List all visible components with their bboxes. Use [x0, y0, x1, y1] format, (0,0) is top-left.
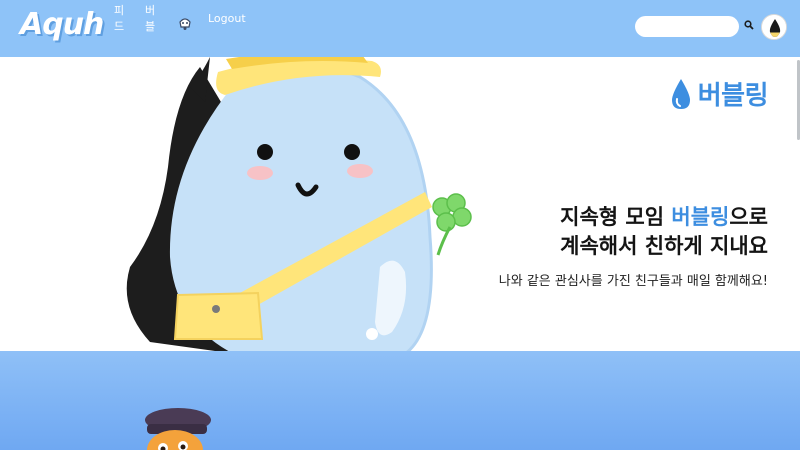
- logo[interactable]: Aquh: [20, 7, 104, 42]
- search-icon[interactable]: [744, 20, 754, 30]
- hero-headline-line2: 계속해서 친하게 지내요: [560, 234, 768, 258]
- second-section: [0, 351, 800, 450]
- character-illustration: [145, 408, 211, 450]
- search-input[interactable]: [635, 16, 739, 37]
- water-drop-icon: [671, 78, 690, 109]
- top-header: Aquh 피드 버블 Logout: [0, 0, 800, 57]
- bubble-mascot-illustration: [126, 57, 472, 351]
- hero-text: 지속형 모임 버블링으로 계속해서 친하게 지내요 나와 같은 관심사를 가진 …: [499, 203, 768, 289]
- nav-feed[interactable]: 피드: [114, 2, 124, 34]
- water-drop-avatar-icon: [762, 15, 786, 39]
- brand-title: 버블링: [670, 75, 769, 112]
- nav-logout[interactable]: Logout: [208, 12, 246, 25]
- avatar[interactable]: [761, 14, 787, 40]
- hero-headline-line1: 지속형 모임 버블링으로: [499, 203, 768, 232]
- headline-accent: 버블링: [671, 205, 730, 229]
- headline-part2: 으로: [729, 205, 768, 229]
- hero-banner: 버블링 지속형 모임 버블링으로 계속해서 친하게 지내요 나와 같은 관심사를…: [0, 57, 800, 351]
- nav-bubble[interactable]: 버블: [145, 2, 155, 34]
- bell-icon[interactable]: [177, 15, 193, 31]
- brand-label: 버블링: [697, 81, 769, 111]
- headline-part1: 지속형 모임: [560, 205, 672, 229]
- hero-subtitle: 나와 같은 관심사를 가진 친구들과 매일 함께해요!: [498, 274, 768, 289]
